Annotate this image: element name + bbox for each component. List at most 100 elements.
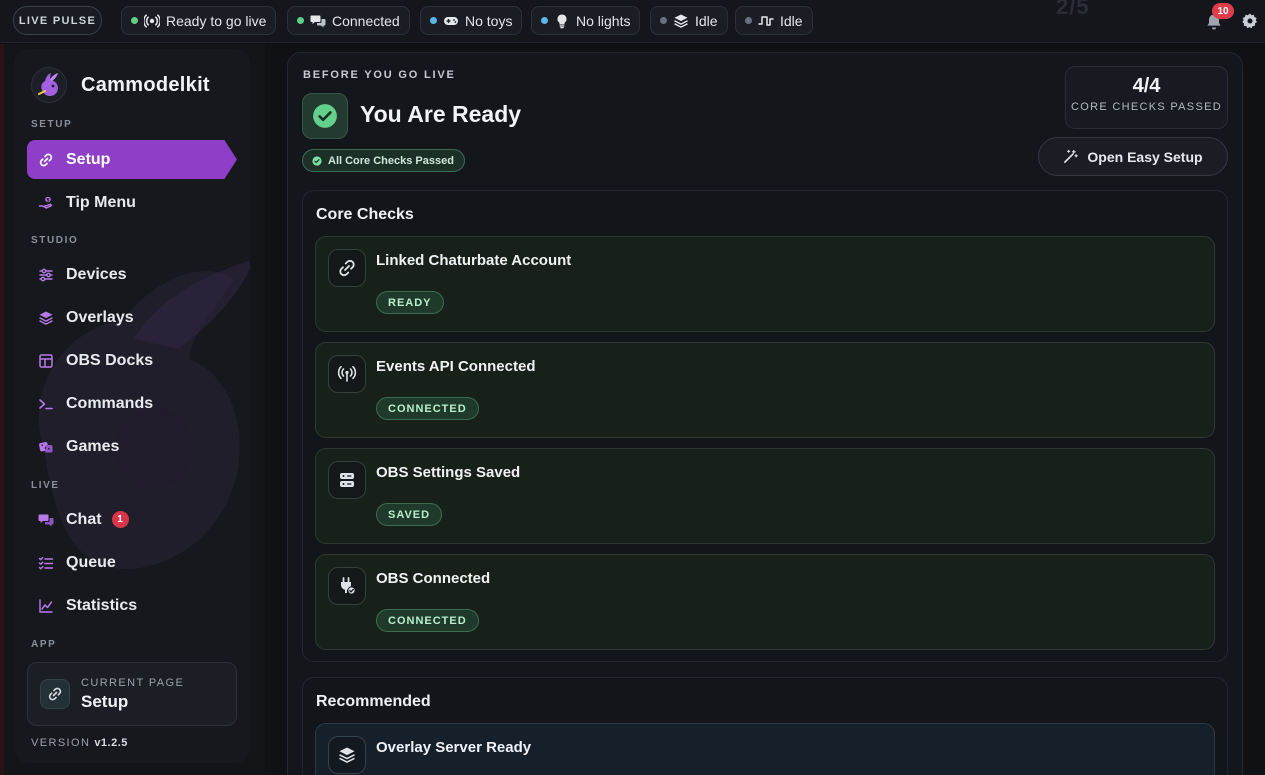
- antenna-icon: [328, 355, 366, 393]
- svg-text:$: $: [46, 197, 50, 203]
- sidebar-item-label: Overlays: [66, 308, 134, 326]
- notification-count-badge: 10: [1212, 3, 1234, 19]
- sidebar-item-label: Statistics: [66, 596, 138, 614]
- status-pill-pulse[interactable]: Idle: [735, 6, 813, 35]
- status-pill-lights[interactable]: No lights: [531, 6, 641, 35]
- check-circle-icon: [312, 155, 322, 166]
- link-icon: [40, 679, 70, 709]
- list-check-icon: [38, 555, 54, 571]
- status-pill-label: Ready to go live: [166, 12, 267, 29]
- sidebar-item-devices[interactable]: Devices: [27, 255, 237, 294]
- dice-icon: [38, 439, 54, 455]
- version-label: VERSION: [31, 737, 91, 749]
- check-title: Events API Connected: [376, 358, 536, 375]
- pulse-wave-icon: [758, 13, 774, 29]
- broadcast-icon: [144, 13, 160, 29]
- layout-icon: [38, 353, 54, 369]
- check-status-badge: CONNECTED: [376, 609, 479, 632]
- section-title: Core Checks: [316, 206, 414, 223]
- sidebar-item-commands[interactable]: Commands: [27, 384, 237, 423]
- hand-coin-icon: $: [38, 195, 54, 211]
- current-page-value: Setup: [81, 691, 129, 711]
- status-badge-label: All Core Checks Passed: [328, 154, 454, 167]
- check-card-overlay-server[interactable]: Overlay Server Ready: [315, 723, 1215, 775]
- check-status-badge: CONNECTED: [376, 397, 479, 420]
- check-circle-icon: [302, 93, 348, 139]
- chat-bubbles-icon: [310, 13, 326, 29]
- sidebar: Cammodelkit SETUP Setup $ Tip Menu STUDI…: [14, 49, 250, 763]
- section-label-live: LIVE: [31, 480, 60, 491]
- check-title: OBS Settings Saved: [376, 464, 521, 481]
- status-badge: All Core Checks Passed: [302, 149, 465, 172]
- sidebar-item-setup[interactable]: Setup: [27, 140, 237, 179]
- open-easy-setup-label: Open Easy Setup: [1087, 148, 1203, 165]
- core-checks-score-card: 4/4 CORE CHECKS PASSED: [1065, 66, 1228, 129]
- link-icon: [38, 152, 54, 168]
- server-icon: [328, 461, 366, 499]
- line-chart-icon: [38, 598, 54, 614]
- lightbulb-icon: [554, 13, 570, 29]
- check-title: Overlay Server Ready: [376, 739, 532, 756]
- section-label-setup: SETUP: [31, 119, 73, 130]
- status-pill-label: No toys: [465, 12, 513, 29]
- section-label-studio: STUDIO: [31, 235, 79, 246]
- plug-check-icon: [328, 567, 366, 605]
- score-value: 4/4: [1132, 75, 1161, 97]
- status-pill-label: No lights: [576, 12, 631, 29]
- sidebar-item-label: Commands: [66, 394, 154, 412]
- rabbit-logo-icon: [31, 67, 67, 103]
- status-dot: [541, 17, 548, 24]
- status-dot: [745, 17, 752, 24]
- chat-icon: [38, 512, 54, 528]
- version-value: v1.2.5: [94, 737, 128, 749]
- open-easy-setup-button[interactable]: Open Easy Setup: [1038, 137, 1228, 176]
- sidebar-item-obs-docks[interactable]: OBS Docks: [27, 341, 237, 380]
- status-pill-toys[interactable]: No toys: [420, 6, 523, 35]
- gear-icon[interactable]: [1241, 12, 1259, 30]
- sidebar-item-statistics[interactable]: Statistics: [27, 586, 237, 625]
- sidebar-item-label: OBS Docks: [66, 351, 154, 369]
- status-dot: [660, 17, 667, 24]
- check-card-events-api[interactable]: Events API Connected CONNECTED: [315, 342, 1215, 438]
- page-eyebrow: BEFORE YOU GO LIVE: [303, 69, 456, 81]
- sidebar-item-label: Tip Menu: [66, 193, 136, 211]
- status-pill-label: Connected: [332, 12, 400, 29]
- sidebar-item-label: Setup: [66, 150, 111, 168]
- check-status-badge: SAVED: [376, 503, 443, 526]
- magic-wand-icon: [1063, 149, 1079, 164]
- sidebar-item-label: Chat: [66, 510, 102, 528]
- sidebar-item-queue[interactable]: Queue: [27, 543, 237, 582]
- check-status-badge: READY: [376, 291, 444, 314]
- sliders-icon: [38, 267, 54, 283]
- live-pulse-button[interactable]: LIVE PULSE: [13, 6, 102, 35]
- ghost-counter: 2/5: [1056, 0, 1090, 19]
- check-card-obs-settings[interactable]: OBS Settings Saved SAVED: [315, 448, 1215, 544]
- status-pill-label: Idle: [780, 12, 803, 29]
- current-page-card: CURRENT PAGE Setup: [27, 662, 237, 726]
- current-page-label: CURRENT PAGE: [81, 676, 185, 689]
- sidebar-item-label: Devices: [66, 265, 127, 283]
- chat-unread-badge: 1: [111, 511, 129, 528]
- status-pill-overlays[interactable]: Idle: [650, 6, 728, 35]
- status-pill-chat[interactable]: Connected: [287, 6, 410, 35]
- section-label-app: APP: [31, 639, 57, 650]
- status-dot: [430, 17, 437, 24]
- layers-icon: [38, 310, 54, 326]
- check-title: Linked Chaturbate Account: [376, 252, 572, 269]
- page-title: You Are Ready: [360, 101, 522, 127]
- score-label: CORE CHECKS PASSED: [1071, 101, 1222, 113]
- check-card-obs-connected[interactable]: OBS Connected CONNECTED: [315, 554, 1215, 650]
- link-icon: [328, 249, 366, 287]
- sidebar-item-chat[interactable]: Chat 1: [27, 500, 237, 539]
- brand[interactable]: Cammodelkit: [31, 67, 210, 103]
- top-status-bar: 2/5 LIVE PULSE Ready to go live Connecte…: [0, 0, 1265, 43]
- sidebar-item-games[interactable]: Games: [27, 427, 237, 466]
- version-info: VERSION v1.2.5: [31, 737, 128, 749]
- check-card-linked-account[interactable]: Linked Chaturbate Account READY: [315, 236, 1215, 332]
- sidebar-item-overlays[interactable]: Overlays: [27, 298, 237, 337]
- status-pill-live[interactable]: Ready to go live: [121, 6, 277, 35]
- sidebar-item-tip-menu[interactable]: $ Tip Menu: [27, 183, 237, 222]
- brand-name: Cammodelkit: [81, 73, 210, 96]
- layers-icon: [673, 13, 689, 29]
- section-title: Recommended: [316, 693, 431, 710]
